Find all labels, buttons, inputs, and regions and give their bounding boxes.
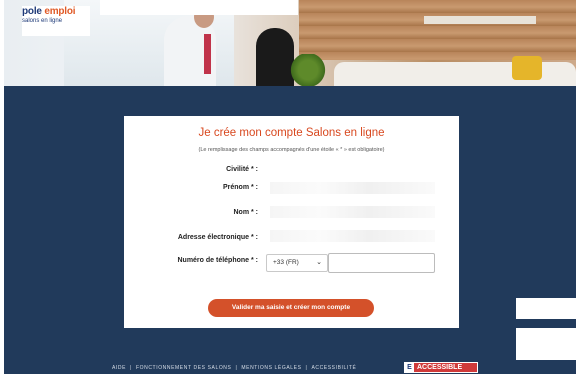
footer-separator: | bbox=[305, 365, 308, 371]
footer-links: AIDE | FONCTIONNEMENT DES SALONS | MENTIONS … bbox=[112, 365, 357, 371]
logo-word-emploi: emploi bbox=[44, 6, 76, 17]
footer-link-aide[interactable]: AIDE bbox=[112, 365, 126, 371]
accessible-badge-label: ACCESSIBLE bbox=[417, 364, 463, 371]
side-panel-top bbox=[516, 298, 576, 319]
footer-link-fonctionnement[interactable]: FONCTIONNEMENT DES SALONS bbox=[136, 365, 231, 371]
footer: AIDE | FONCTIONNEMENT DES SALONS | MENTIONS … bbox=[0, 362, 576, 374]
footer-separator: | bbox=[130, 365, 132, 371]
hero-plant bbox=[290, 54, 326, 86]
accessible-badge[interactable]: E ACCESSIBLE bbox=[404, 362, 478, 373]
phone-input[interactable] bbox=[328, 253, 435, 273]
hero-top-bar bbox=[100, 0, 298, 15]
form-required-note: (Le remplissage des champs accompagnés d… bbox=[198, 147, 385, 153]
hero-woman bbox=[256, 28, 294, 86]
nom-label: Nom * : bbox=[233, 209, 259, 216]
chevron-down-icon: ⌄ bbox=[316, 259, 322, 266]
phone-label: Numéro de téléphone * : bbox=[177, 257, 258, 264]
footer-separator: | bbox=[235, 365, 238, 371]
logo-wordmark: pole emploi bbox=[22, 6, 90, 17]
hero-tie bbox=[204, 34, 211, 74]
prenom-input[interactable] bbox=[270, 182, 435, 194]
country-code-value: +33 (FR) bbox=[273, 259, 299, 266]
footer-link-accessibilite[interactable]: ACCESSIBILITÉ bbox=[311, 365, 356, 371]
submit-button[interactable]: Valider ma saisie et créer mon compte bbox=[208, 299, 374, 317]
email-label: Adresse électronique * : bbox=[177, 234, 258, 241]
civilite-label: Civilité * : bbox=[226, 166, 258, 173]
nom-input[interactable] bbox=[270, 206, 435, 218]
hero-wood-wall bbox=[299, 0, 576, 60]
logo-word-pole: pole bbox=[22, 6, 45, 17]
side-panel-bottom bbox=[516, 328, 576, 360]
form-title: Je crée mon compte Salons en ligne bbox=[198, 127, 385, 139]
pole-emploi-logo[interactable]: pole emploi salons en ligne bbox=[22, 6, 90, 36]
hero-shelf bbox=[424, 16, 536, 24]
accessible-badge-letter: E bbox=[405, 363, 414, 372]
civilite-radio[interactable] bbox=[266, 164, 274, 176]
registration-form: Je crée mon compte Salons en ligne (Le r… bbox=[124, 116, 459, 328]
country-code-select[interactable]: +33 (FR) ⌄ bbox=[266, 254, 328, 272]
email-input[interactable] bbox=[270, 230, 435, 242]
prenom-label: Prénom * : bbox=[222, 184, 258, 191]
logo-subtitle: salons en ligne bbox=[22, 18, 63, 24]
hero-pillow bbox=[512, 56, 542, 80]
footer-link-mentions[interactable]: MENTIONS LÉGALES bbox=[241, 365, 301, 371]
